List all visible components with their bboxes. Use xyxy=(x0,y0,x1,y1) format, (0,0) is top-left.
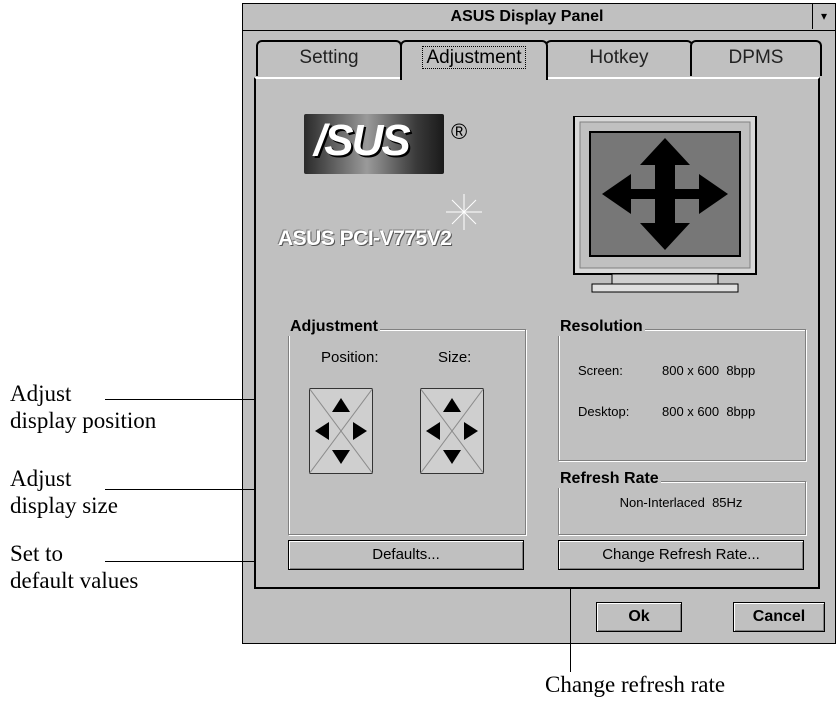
annotation-size-line1: Adjust xyxy=(10,466,72,491)
monitor-icon xyxy=(573,116,757,293)
refresh-rate-group-label: Refresh Rate xyxy=(558,470,661,488)
desktop-label: Desktop: xyxy=(578,404,630,419)
screen-value: 800 x 600 8bpp xyxy=(662,363,756,378)
position-label: Position: xyxy=(321,349,379,366)
tab-setting[interactable]: Setting xyxy=(256,40,402,76)
annotation-size-line2: display size xyxy=(10,493,118,518)
refresh-rate-value: Non-Interlaced 85Hz xyxy=(619,495,743,510)
size-label: Size: xyxy=(438,349,472,366)
tab-dpms-label: DPMS xyxy=(728,47,784,68)
tab-adjustment-label: Adjustment xyxy=(422,46,526,69)
resolution-group-label: Resolution xyxy=(558,318,645,336)
tab-hotkey[interactable]: Hotkey xyxy=(545,40,693,76)
registered-mark: ® xyxy=(451,119,468,144)
asus-logo: /SUS xyxy=(304,114,444,174)
change-refresh-rate-button[interactable]: Change Refresh Rate... xyxy=(558,540,804,570)
tab-adjustment[interactable]: Adjustment xyxy=(400,40,548,80)
screen-label: Screen: xyxy=(578,363,623,378)
model-name: ASUS PCI-V775V2 xyxy=(278,227,452,250)
desktop-value: 800 x 600 8bpp xyxy=(662,404,756,419)
ok-button[interactable]: Ok xyxy=(596,602,682,632)
defaults-button[interactable]: Defaults... xyxy=(288,540,524,570)
dropdown-arrow-icon[interactable]: ▾ xyxy=(812,4,835,29)
tab-panel: /SUS ® ASUS PCI-V775V2 Adjustment Positi… xyxy=(254,77,820,589)
annotation-refresh: Change refresh rate xyxy=(545,672,726,697)
annotation-position-line2: display position xyxy=(10,408,157,433)
cancel-button[interactable]: Cancel xyxy=(733,602,825,632)
window-title: ASUS Display Panel xyxy=(450,8,604,25)
tab-setting-label: Setting xyxy=(299,47,359,68)
tab-hotkey-label: Hotkey xyxy=(589,47,649,68)
annotation-position-line1: Adjust xyxy=(10,381,72,406)
title-bar[interactable]: ASUS Display Panel ▾ xyxy=(243,4,835,31)
size-arrow-pad[interactable] xyxy=(420,388,484,474)
adjustment-group-label: Adjustment xyxy=(288,318,380,336)
annotation-defaults-line1: Set to xyxy=(10,541,64,566)
tab-dpms[interactable]: DPMS xyxy=(690,40,822,76)
position-arrow-pad[interactable] xyxy=(309,388,373,474)
resolution-group xyxy=(558,329,806,461)
sparkle-icon xyxy=(446,194,482,230)
annotation-defaults-line2: default values xyxy=(10,568,139,593)
asus-logo-text: /SUS xyxy=(314,116,411,165)
